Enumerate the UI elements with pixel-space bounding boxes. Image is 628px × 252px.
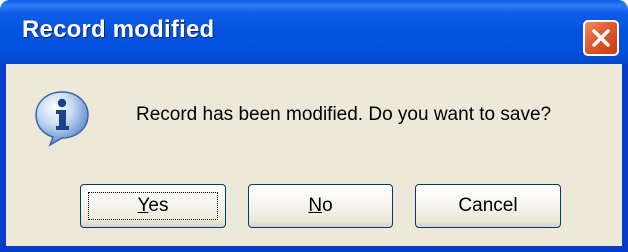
no-button-label: No: [308, 195, 332, 217]
no-label-rest: o: [322, 195, 333, 216]
window-title: Record modified: [22, 16, 215, 43]
close-icon: [592, 29, 610, 47]
yes-label-rest: es: [148, 195, 169, 216]
dialog-message: Record has been modified. Do you want to…: [136, 104, 552, 125]
dialog-window: Record modified Record has been modified…: [0, 0, 628, 252]
cancel-button[interactable]: Cancel: [415, 184, 561, 228]
cancel-button-label: Cancel: [458, 195, 518, 216]
no-mnemonic: N: [308, 195, 323, 216]
no-button[interactable]: No: [248, 184, 393, 228]
yes-button-label: Yes: [137, 195, 168, 217]
title-bar[interactable]: Record modified: [0, 0, 628, 64]
yes-mnemonic: Y: [137, 195, 149, 216]
yes-button[interactable]: Yes: [80, 184, 226, 228]
close-button[interactable]: [583, 20, 619, 56]
dialog-body: Record has been modified. Do you want to…: [6, 64, 622, 246]
info-icon: [35, 91, 89, 147]
